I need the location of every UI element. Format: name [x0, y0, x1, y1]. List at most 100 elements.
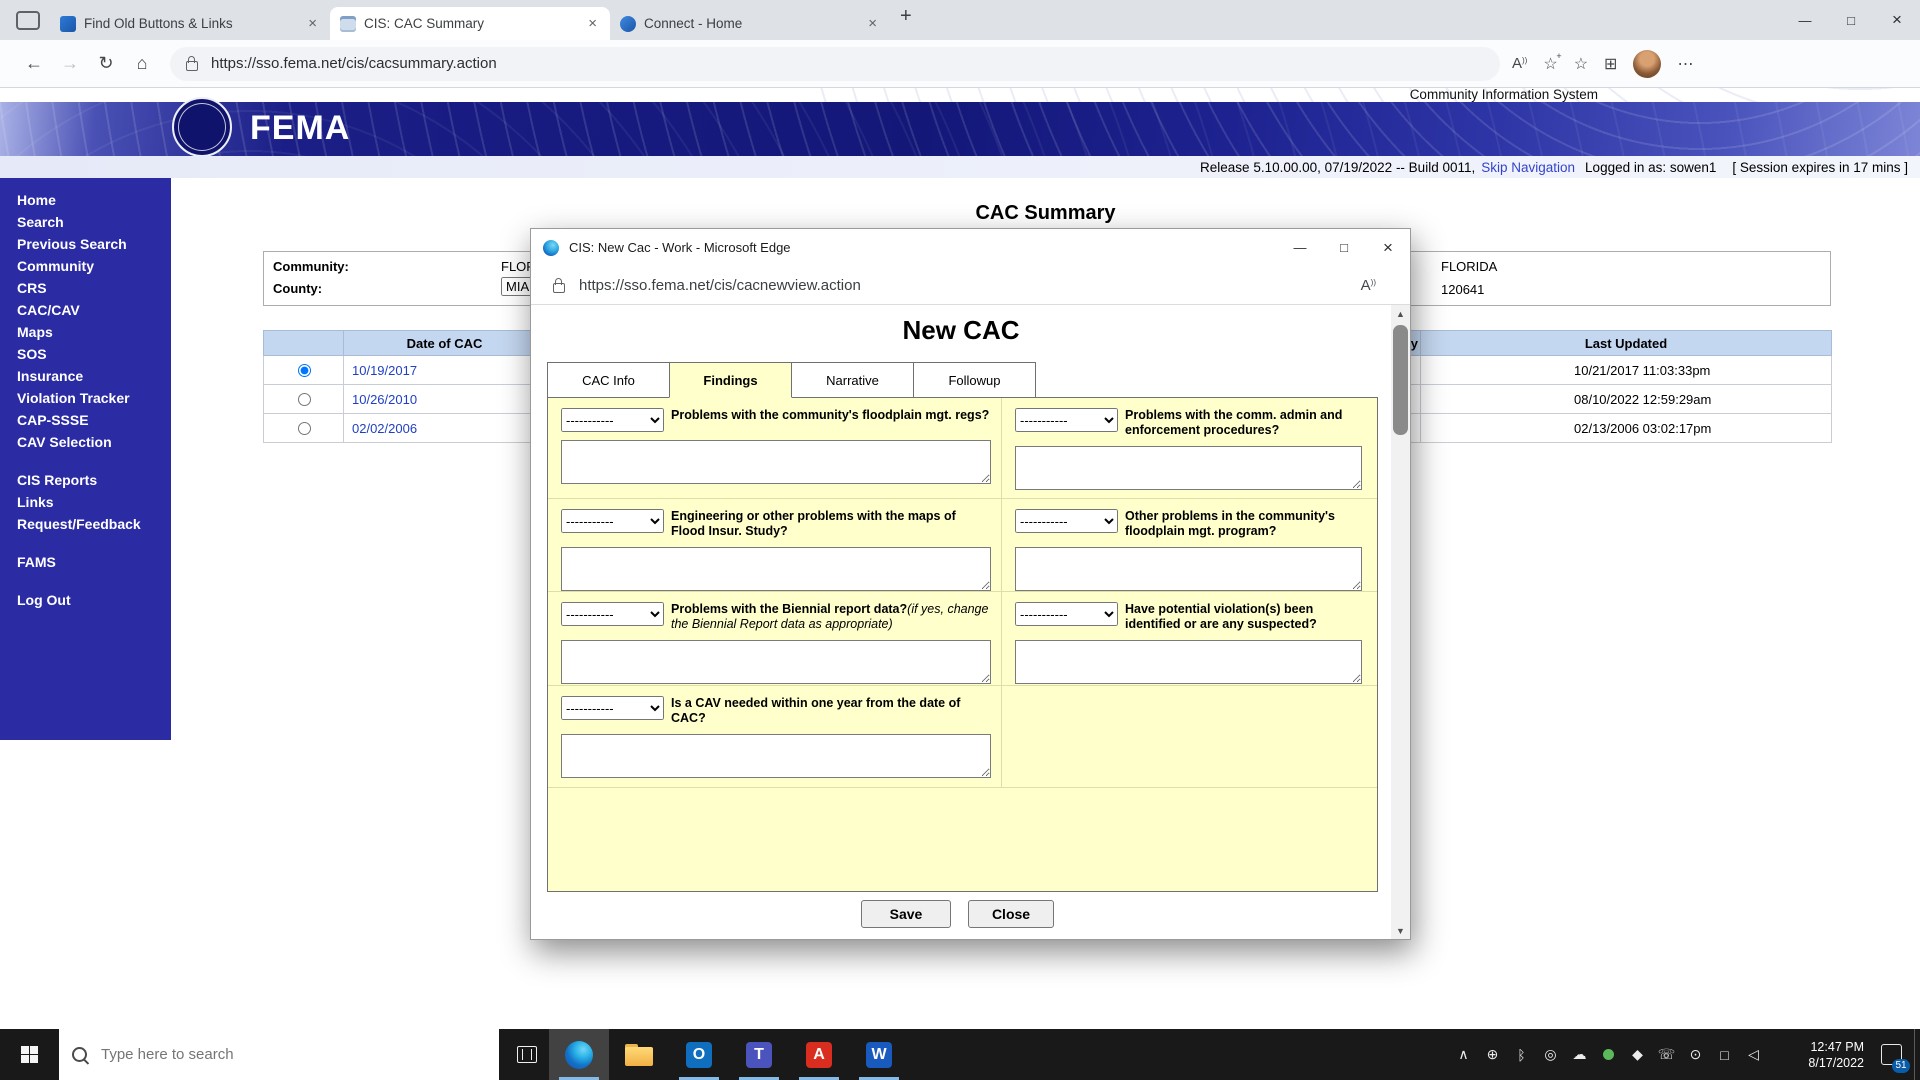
sidebar-item-links[interactable]: Links: [0, 491, 171, 513]
browser-tab-3[interactable]: Connect - Home ×: [610, 7, 890, 40]
biennial-report-textarea[interactable]: [561, 640, 991, 684]
window-maximize-button[interactable]: □: [1828, 0, 1874, 40]
cac-row-radio[interactable]: [298, 393, 311, 406]
cav-needed-select[interactable]: -----------: [561, 696, 664, 720]
snip-icon[interactable]: ⊙: [1681, 1046, 1710, 1063]
sidebar-item-violation-tracker[interactable]: Violation Tracker: [0, 387, 171, 409]
popup-titlebar[interactable]: CIS: New Cac - Work - Microsoft Edge — □…: [531, 229, 1410, 266]
start-button[interactable]: [0, 1029, 59, 1080]
sidebar-item-fams[interactable]: FAMS: [0, 551, 171, 573]
taskbar-acrobat-button[interactable]: A: [789, 1029, 849, 1080]
popup-scrollbar[interactable]: ▲ ▼: [1391, 305, 1410, 939]
tab-findings[interactable]: Findings: [669, 362, 792, 398]
network-icon[interactable]: ⊕: [1478, 1046, 1507, 1063]
sidebar-item-home[interactable]: Home: [0, 189, 171, 211]
floodplain-regs-textarea[interactable]: [561, 440, 991, 484]
new-tab-button[interactable]: +: [900, 5, 912, 28]
popup-close-button[interactable]: ×: [1366, 229, 1410, 266]
sidebar-item-cav-selection[interactable]: CAV Selection: [0, 431, 171, 453]
close-button[interactable]: Close: [968, 900, 1054, 928]
tab-followup[interactable]: Followup: [913, 362, 1036, 398]
other-problems-select[interactable]: -----------: [1015, 509, 1118, 533]
sidebar-item-crs[interactable]: CRS: [0, 277, 171, 299]
sidebar-item-request-feedback[interactable]: Request/Feedback: [0, 513, 171, 535]
sidebar-item-search[interactable]: Search: [0, 211, 171, 233]
popup-url-text[interactable]: https://sso.fema.net/cis/cacnewview.acti…: [579, 277, 861, 294]
cav-needed-textarea[interactable]: [561, 734, 991, 778]
tab-close-icon[interactable]: ×: [585, 15, 600, 32]
bluetooth-icon[interactable]: ᛒ: [1507, 1047, 1536, 1063]
cac-date-link[interactable]: 02/02/2006: [344, 414, 546, 443]
browser-tab-1[interactable]: Find Old Buttons & Links ×: [50, 7, 330, 40]
sidebar-item-community[interactable]: Community: [0, 255, 171, 277]
maps-fis-textarea[interactable]: [561, 547, 991, 591]
read-aloud-icon[interactable]: A: [1512, 55, 1527, 72]
biennial-report-select[interactable]: -----------: [561, 602, 664, 626]
maps-fis-select[interactable]: -----------: [561, 509, 664, 533]
sidebar-item-insurance[interactable]: Insurance: [0, 365, 171, 387]
lock-icon[interactable]: [186, 61, 198, 71]
scroll-up-icon[interactable]: ▲: [1391, 305, 1410, 322]
taskbar-clock[interactable]: 12:47 PM 8/17/2022: [1768, 1039, 1868, 1071]
volume-icon[interactable]: ◁: [1739, 1046, 1768, 1063]
browser-tab-2-active[interactable]: CIS: CAC Summary ×: [330, 7, 610, 40]
task-view-button[interactable]: [505, 1029, 549, 1080]
sidebar-item-previous-search[interactable]: Previous Search: [0, 233, 171, 255]
add-favorite-icon[interactable]: ☆: [1543, 54, 1557, 74]
reload-icon[interactable]: ↻: [88, 53, 124, 74]
violations-select[interactable]: -----------: [1015, 602, 1118, 626]
tab-close-icon[interactable]: ×: [865, 15, 880, 32]
sidebar-item-log-out[interactable]: Log Out: [0, 589, 171, 611]
people-icon[interactable]: ◎: [1536, 1046, 1565, 1063]
sidebar-item-cac-cav[interactable]: CAC/CAV: [0, 299, 171, 321]
search-input[interactable]: [99, 1045, 443, 1064]
tab-actions-icon[interactable]: [16, 11, 40, 30]
save-button[interactable]: Save: [861, 900, 951, 928]
action-center-button[interactable]: 51: [1868, 1029, 1914, 1080]
popup-address-bar[interactable]: https://sso.fema.net/cis/cacnewview.acti…: [531, 266, 1410, 305]
taskbar-file-explorer-button[interactable]: [609, 1029, 669, 1080]
taskbar-outlook-button[interactable]: O: [669, 1029, 729, 1080]
popup-maximize-button[interactable]: □: [1322, 229, 1366, 266]
onedrive-icon[interactable]: ☁: [1565, 1046, 1594, 1063]
scrollbar-thumb[interactable]: [1393, 325, 1408, 435]
sidebar-item-maps[interactable]: Maps: [0, 321, 171, 343]
url-text[interactable]: https://sso.fema.net/cis/cacsummary.acti…: [211, 55, 497, 72]
read-aloud-icon[interactable]: A: [1361, 277, 1376, 294]
teams-status-icon[interactable]: [1603, 1049, 1614, 1060]
taskbar-word-button[interactable]: W: [849, 1029, 909, 1080]
admin-enforcement-select[interactable]: -----------: [1015, 408, 1118, 432]
popup-minimize-button[interactable]: —: [1278, 229, 1322, 266]
phone-icon[interactable]: ☏: [1652, 1046, 1681, 1063]
other-problems-textarea[interactable]: [1015, 547, 1362, 591]
more-menu-icon[interactable]: ⋯: [1677, 54, 1693, 74]
cac-date-link[interactable]: 10/26/2010: [344, 385, 546, 414]
admin-enforcement-textarea[interactable]: [1015, 446, 1362, 490]
skip-navigation-link[interactable]: Skip Navigation: [1481, 160, 1575, 175]
taskbar-search-box[interactable]: [59, 1029, 499, 1080]
cac-row-radio[interactable]: [298, 364, 311, 377]
scroll-down-icon[interactable]: ▼: [1391, 922, 1410, 939]
sidebar-item-cis-reports[interactable]: CIS Reports: [0, 469, 171, 491]
security-icon[interactable]: ◆: [1623, 1046, 1652, 1063]
display-icon[interactable]: □: [1710, 1047, 1739, 1063]
profile-avatar[interactable]: [1633, 50, 1661, 78]
back-icon[interactable]: ←: [16, 53, 52, 74]
show-desktop-button[interactable]: [1914, 1029, 1920, 1080]
home-icon[interactable]: ⌂: [124, 53, 160, 74]
sidebar-item-sos[interactable]: SOS: [0, 343, 171, 365]
hidden-icons-chevron[interactable]: ∧: [1449, 1046, 1478, 1063]
tab-narrative[interactable]: Narrative: [791, 362, 914, 398]
collections-icon[interactable]: ⊞: [1604, 54, 1617, 74]
tab-cac-info[interactable]: CAC Info: [547, 362, 670, 398]
sidebar-item-cap-ssse[interactable]: CAP-SSSE: [0, 409, 171, 431]
window-minimize-button[interactable]: —: [1782, 0, 1828, 40]
address-bar[interactable]: https://sso.fema.net/cis/cacsummary.acti…: [170, 47, 1500, 81]
cac-row-radio[interactable]: [298, 422, 311, 435]
window-close-button[interactable]: ×: [1874, 0, 1920, 40]
floodplain-regs-select[interactable]: -----------: [561, 408, 664, 432]
cac-date-link[interactable]: 10/19/2017: [344, 356, 546, 385]
taskbar-teams-button[interactable]: T: [729, 1029, 789, 1080]
tab-close-icon[interactable]: ×: [305, 15, 320, 32]
violations-textarea[interactable]: [1015, 640, 1362, 684]
